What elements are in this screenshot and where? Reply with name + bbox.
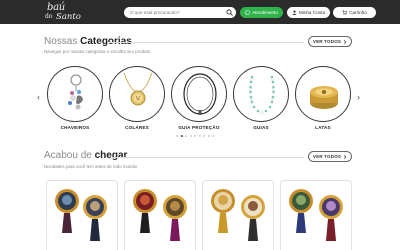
new-arrivals-title-bold: chegar xyxy=(94,150,128,161)
category-label: LATAS xyxy=(315,125,331,130)
top-header: baú do Santo Atendimento Minha Conta xyxy=(0,0,400,24)
new-arrivals-title-light: Acabou de xyxy=(44,150,92,161)
tassel-medallion-image xyxy=(211,189,265,241)
carousel-dot[interactable] xyxy=(212,135,214,137)
carousel-dot[interactable] xyxy=(189,135,192,137)
keychain-image xyxy=(68,74,83,110)
category-card-guias[interactable]: GUIAS xyxy=(233,66,289,130)
carousel-dot[interactable] xyxy=(207,135,210,137)
category-card-latas[interactable]: LATAS xyxy=(295,66,351,130)
carousel-dot[interactable] xyxy=(198,135,201,137)
new-arrivals-see-all-button[interactable]: VER TODOS xyxy=(308,151,352,162)
carousel-dot[interactable] xyxy=(194,135,196,137)
account-label: Minha Conta xyxy=(298,10,326,15)
carousel-prev-button[interactable]: ‹ xyxy=(37,92,40,102)
new-arrivals-see-all-label: VER TODOS xyxy=(312,154,342,159)
categories-see-all-label: VER TODOS xyxy=(312,39,342,44)
category-label: COLARES xyxy=(125,125,149,130)
necklace-image xyxy=(123,72,153,106)
search-icon[interactable] xyxy=(226,9,233,16)
category-label: GUIAS xyxy=(253,125,269,130)
chevron-left-icon: ‹ xyxy=(37,92,40,102)
cart-button[interactable]: Carrinho xyxy=(333,7,376,18)
page: baú do Santo Atendimento Minha Conta xyxy=(0,0,400,250)
product-card[interactable] xyxy=(202,180,274,250)
whatsapp-button[interactable]: Atendimento xyxy=(240,7,283,18)
user-icon xyxy=(292,10,297,15)
chevron-right-icon: › xyxy=(357,92,360,102)
category-label: GUIA PROTEÇÃO xyxy=(178,125,220,130)
new-arrivals-title: Acabou de chegar xyxy=(44,150,127,161)
categories-title-light: Nossas xyxy=(44,36,78,47)
categories-see-all-button[interactable]: VER TODOS xyxy=(308,36,352,47)
chevron-right-icon xyxy=(344,39,347,44)
category-card-chaveiros[interactable]: CHAVEIROS xyxy=(47,66,103,130)
category-image-colares xyxy=(109,66,165,122)
carousel-dot[interactable] xyxy=(185,135,187,137)
protection-guide-image xyxy=(183,73,217,115)
category-image-latas xyxy=(295,66,351,122)
tassel-medallion-image xyxy=(55,189,107,241)
tassel-medallion-image xyxy=(133,189,187,241)
beaded-guide-image xyxy=(249,75,275,115)
product-card[interactable] xyxy=(124,180,196,250)
logo-line1: baú xyxy=(47,2,65,13)
cart-label: Carrinho xyxy=(349,10,367,15)
category-card-colares[interactable]: COLARES xyxy=(109,66,165,130)
product-card[interactable] xyxy=(280,180,352,250)
product-card[interactable] xyxy=(46,180,118,250)
chevron-right-icon xyxy=(344,154,347,159)
logo-mark: do xyxy=(45,13,53,20)
category-card-guia-protecao[interactable]: GUIA PROTEÇÃO xyxy=(171,66,227,130)
category-image-guia-protecao xyxy=(171,66,227,122)
whatsapp-icon xyxy=(245,10,250,15)
carousel-dot-active[interactable] xyxy=(180,135,183,137)
category-image-chaveiros xyxy=(47,66,103,122)
whatsapp-label: Atendimento xyxy=(252,10,278,15)
search-input[interactable] xyxy=(130,7,226,18)
carousel-dot[interactable] xyxy=(176,135,178,137)
carousel-dot[interactable] xyxy=(203,135,205,137)
search-bar xyxy=(124,7,236,18)
carousel-pagination xyxy=(176,135,214,137)
categories-subtitle: Navegue por nossas categorias e escolha … xyxy=(44,49,152,54)
account-button[interactable]: Minha Conta xyxy=(287,7,330,18)
carousel-next-button[interactable]: › xyxy=(357,92,360,102)
new-arrivals-divider xyxy=(112,157,304,158)
cart-icon xyxy=(342,10,348,15)
logo-line2: Santo xyxy=(56,12,81,22)
tin-image xyxy=(310,86,338,109)
category-image-guias xyxy=(233,66,289,122)
category-label: CHAVEIROS xyxy=(60,125,90,130)
new-arrivals-subtitle: Novidades para você tem antes de todo mu… xyxy=(44,164,138,169)
site-logo[interactable]: baú do Santo xyxy=(44,1,86,23)
categories-divider xyxy=(108,42,304,43)
tassel-medallion-image xyxy=(289,189,343,241)
